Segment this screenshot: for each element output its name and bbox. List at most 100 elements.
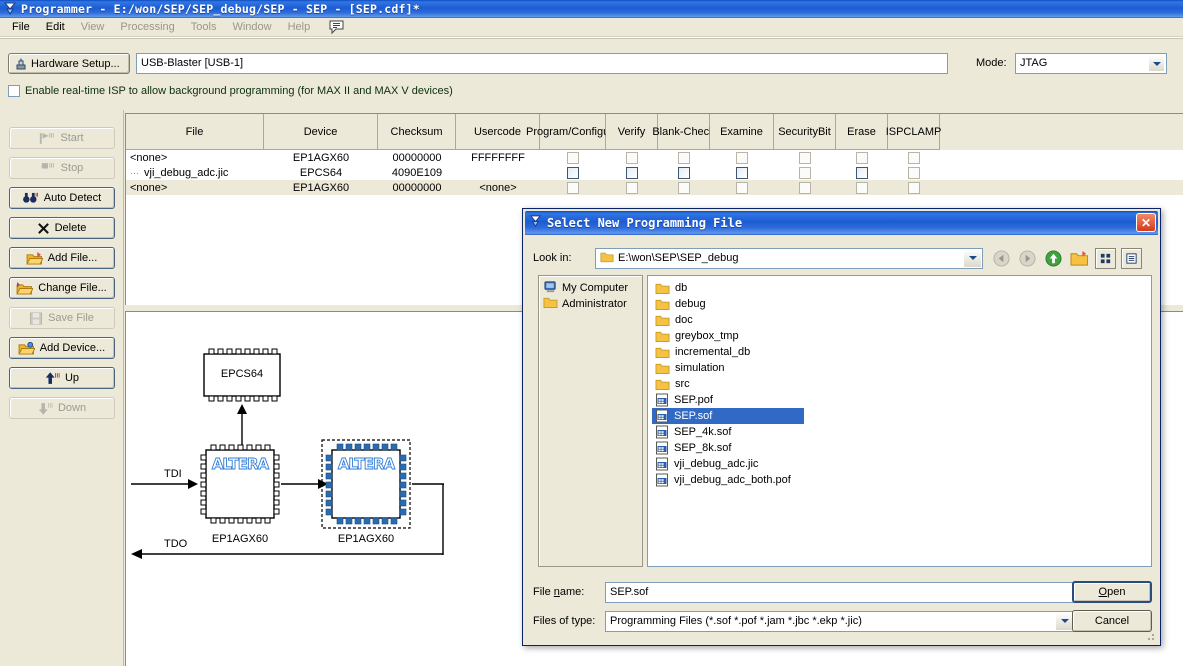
sidebar-button-label: Add File... — [47, 252, 98, 264]
cell-blank-check[interactable] — [658, 165, 710, 180]
file-list-item[interactable]: vji_debug_adc.jic — [652, 456, 804, 472]
hardware-setup-button[interactable]: Hardware Setup... — [8, 53, 130, 74]
table-header-blank-check[interactable]: Blank- Check — [652, 114, 715, 150]
file-list-item[interactable]: doc — [652, 312, 804, 328]
file-list-item[interactable]: db — [652, 280, 804, 296]
back-arrow-icon[interactable] — [991, 248, 1012, 269]
table-row[interactable]: <none> EP1AGX60 00000000 FFFFFFFF — [126, 150, 1183, 165]
menu-edit[interactable]: Edit — [38, 19, 73, 35]
table-row[interactable]: ··· vji_debug_adc.jic EPCS64 4090E109 — [126, 165, 1183, 180]
mode-dropdown[interactable]: JTAG — [1015, 53, 1167, 74]
place-item[interactable]: Administrator — [543, 296, 642, 312]
sidebar-button-label: Auto Detect — [43, 192, 102, 204]
sidebar-button-change-file[interactable]: Change File... — [8, 277, 115, 299]
cell-examine — [710, 180, 774, 195]
checkbox-examine[interactable] — [736, 166, 748, 179]
new-folder-icon[interactable] — [1069, 248, 1090, 269]
sidebar-button-auto-detect[interactable]: Auto Detect — [8, 187, 115, 209]
thumbnails-view-icon[interactable] — [1095, 247, 1116, 269]
checkbox-blank-check[interactable] — [678, 166, 690, 179]
select-programming-file-dialog: Select New Programming File ✕ Look in: E… — [522, 208, 1161, 646]
cell-usercode — [456, 165, 540, 180]
folder-icon — [655, 298, 670, 311]
menu-window[interactable]: Window — [224, 19, 279, 35]
menu-help[interactable]: Help — [280, 19, 319, 35]
cell-file: <none> — [130, 151, 168, 164]
cell-verify[interactable] — [606, 165, 658, 180]
arrow-down-icon — [37, 402, 53, 415]
details-view-icon[interactable] — [1121, 247, 1142, 269]
file-list-item[interactable]: simulation — [652, 360, 804, 376]
file-list-item[interactable]: SEP_4k.sof — [652, 424, 804, 440]
hardware-setup-label: Hardware Setup... — [31, 57, 120, 70]
menu-tools[interactable]: Tools — [183, 19, 225, 35]
checkbox-erase[interactable] — [856, 166, 868, 179]
table-header-file[interactable]: File — [126, 114, 264, 150]
menu-file[interactable]: File — [4, 19, 38, 35]
cell-erase[interactable] — [836, 165, 888, 180]
dialog-toolbar — [991, 247, 1142, 269]
cell-checksum: 00000000 — [392, 181, 442, 194]
sidebar-button-delete[interactable]: Delete — [8, 217, 115, 239]
sidebar-button-start: Start — [8, 127, 115, 149]
filename-row: File name: SEP.sof — [533, 581, 1153, 603]
sidebar-button-up[interactable]: Up — [8, 367, 115, 389]
table-header-examine[interactable]: Examine — [710, 114, 774, 150]
cell-verify — [606, 180, 658, 195]
open-button[interactable]: Open — [1072, 581, 1152, 603]
table-header-isp-clamp[interactable]: ISP CLAMP — [886, 114, 941, 150]
sidebar-button-add-device[interactable]: Add Device... — [8, 337, 115, 359]
comment-bubble-icon[interactable] — [328, 20, 345, 35]
cell-program-configure[interactable] — [540, 165, 606, 180]
hardware-value-field[interactable]: USB-Blaster [USB-1] — [136, 53, 948, 74]
filetype-dropdown[interactable]: Programming Files (*.sof *.pof *.jam *.j… — [605, 610, 1075, 632]
checkbox-program-configure[interactable] — [567, 166, 579, 179]
folder-icon — [655, 362, 670, 375]
place-item[interactable]: My Computer — [543, 280, 642, 296]
file-list-item[interactable]: SEP_8k.sof — [652, 440, 804, 456]
table-header-erase[interactable]: Erase — [836, 114, 888, 150]
table-header-device[interactable]: Device — [264, 114, 378, 150]
checkbox-verify — [626, 151, 638, 164]
dialog-titlebar: Select New Programming File ✕ — [525, 211, 1158, 235]
realtime-isp-row[interactable]: Enable real-time ISP to allow background… — [8, 85, 453, 97]
file-name-label: doc — [675, 314, 693, 326]
menu-processing[interactable]: Processing — [112, 19, 182, 35]
cell-program-configure — [540, 180, 606, 195]
close-icon[interactable]: ✕ — [1136, 213, 1156, 232]
cell-device: EPCS64 — [299, 166, 343, 179]
chevron-down-icon[interactable] — [1148, 55, 1165, 72]
filename-input[interactable]: SEP.sof — [605, 581, 1075, 603]
resize-grip-icon[interactable] — [1144, 630, 1156, 642]
sidebar-button-label: Save File — [48, 312, 94, 324]
sidebar-button-label: Change File... — [38, 282, 107, 294]
realtime-isp-checkbox[interactable] — [8, 85, 20, 97]
file-list-item[interactable]: vji_debug_adc_both.pof — [652, 472, 804, 488]
file-list-item[interactable]: SEP.pof — [652, 392, 804, 408]
table-header-checksum[interactable]: Checksum — [378, 114, 456, 150]
file-list-item[interactable]: greybox_tmp — [652, 328, 804, 344]
lookin-dropdown[interactable]: E:\won\SEP\SEP_debug — [595, 247, 983, 269]
file-list-item[interactable]: src — [652, 376, 804, 392]
cancel-button[interactable]: Cancel — [1072, 610, 1152, 632]
menu-view[interactable]: View — [73, 19, 113, 35]
checkbox-verify[interactable] — [626, 166, 638, 179]
chevron-down-icon[interactable] — [964, 249, 981, 267]
sidebar-button-add-file[interactable]: Add File... — [8, 247, 115, 269]
filename-label: File name: — [533, 586, 585, 598]
forward-arrow-icon[interactable] — [1017, 248, 1038, 269]
table-header-verify[interactable]: Verify — [606, 114, 658, 150]
chevron-down-icon[interactable] — [1056, 612, 1073, 630]
file-list-item[interactable]: SEP.sof — [652, 408, 804, 424]
up-folder-icon[interactable] — [1043, 248, 1064, 269]
table-header-program-configure[interactable]: Program/Configure — [526, 114, 619, 150]
table-header-security-bit[interactable]: Security Bit — [774, 114, 836, 150]
file-list[interactable]: db debug doc greybox_tmp incremental_db simul… — [647, 275, 1152, 567]
cell-examine[interactable] — [710, 165, 774, 180]
file-list-item[interactable]: debug — [652, 296, 804, 312]
hardware-chip-icon — [16, 57, 26, 69]
file-list-item[interactable]: incremental_db — [652, 344, 804, 360]
checkbox-security-bit — [799, 181, 811, 194]
table-row[interactable]: <none> EP1AGX60 00000000 <none> — [126, 180, 1183, 195]
dialog-title: Select New Programming File — [547, 216, 743, 230]
